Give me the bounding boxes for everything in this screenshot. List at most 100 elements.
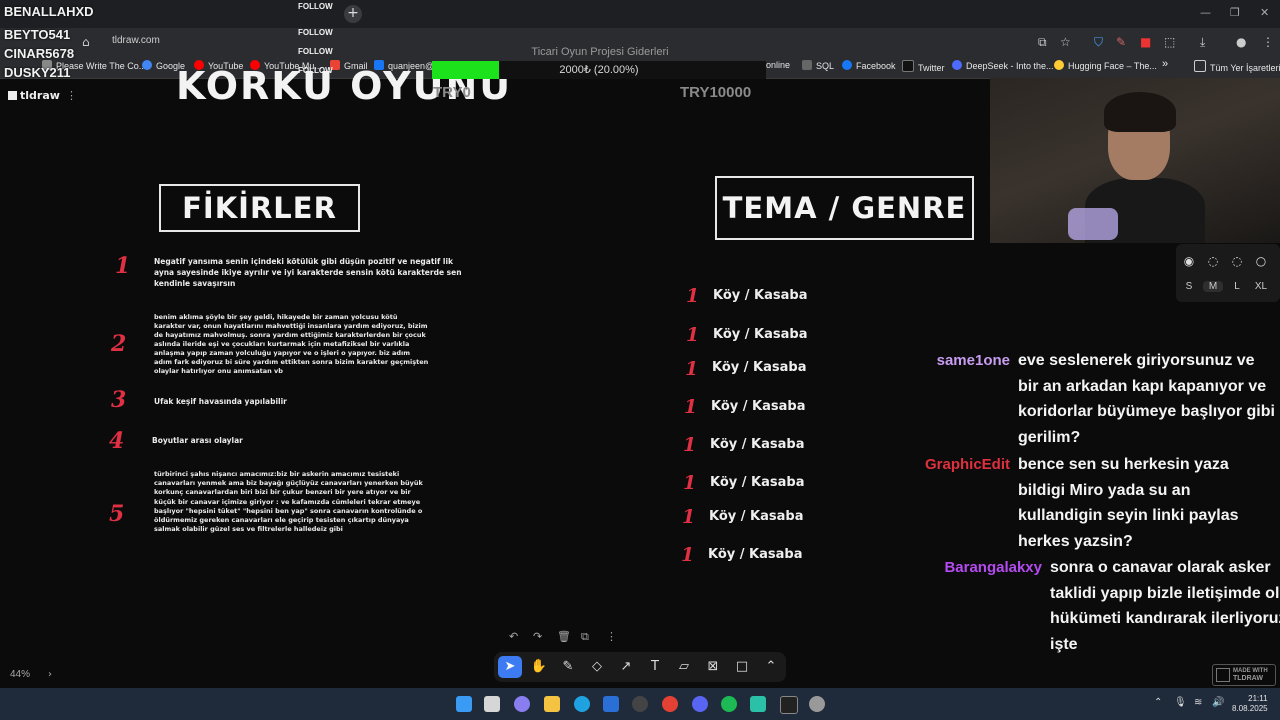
hand-tool-icon[interactable]: ✋ xyxy=(527,656,551,678)
viewer-name: CINAR5678 xyxy=(4,46,75,61)
file-explorer-icon[interactable] xyxy=(544,696,560,712)
discord-icon[interactable] xyxy=(692,696,708,712)
bookmark-item[interactable]: online xyxy=(766,60,790,70)
more-tools-chevron-icon[interactable]: ⌃ xyxy=(759,656,783,678)
hugging-face-icon xyxy=(1054,60,1064,70)
genre-title-box[interactable]: TEMA / GENRE xyxy=(715,176,974,240)
spotify-icon[interactable] xyxy=(721,696,737,712)
size-xl-button[interactable]: XL xyxy=(1251,281,1271,292)
chrome-icon[interactable] xyxy=(662,696,678,712)
wifi-icon[interactable]: ≋ xyxy=(1194,697,1202,708)
steam-icon[interactable] xyxy=(780,696,798,714)
idea-text[interactable]: Ufak keşif havasında yapılabilir xyxy=(154,396,354,407)
minimize-button[interactable]: — xyxy=(1200,6,1211,19)
viewer-name: BENALLAHXD xyxy=(4,4,94,19)
bookmark-item[interactable]: Hugging Face – The... xyxy=(1054,60,1157,71)
bookmark-item[interactable]: Twitter xyxy=(902,60,945,73)
shield-extension-icon[interactable]: ⛉ xyxy=(1094,35,1103,50)
bookmark-star-icon[interactable]: ☆ xyxy=(1060,35,1071,49)
ideas-title-box[interactable]: FİKİRLER xyxy=(159,184,360,232)
chat-username: Barangalakxy xyxy=(944,559,1042,576)
dash-dotted-icon[interactable]: ◌ xyxy=(1230,254,1244,268)
download-icon[interactable]: ⤓ xyxy=(1200,35,1205,50)
edge-icon[interactable] xyxy=(574,696,590,712)
size-s-button[interactable]: S xyxy=(1179,281,1199,292)
genre-number: 1 xyxy=(686,285,700,307)
rgb-light xyxy=(1068,208,1118,240)
select-tool-icon[interactable]: ➤ xyxy=(498,656,522,678)
idea-text[interactable]: benim aklıma şöyle bir şey geldi, hikaye… xyxy=(154,313,429,376)
browser-menu-icon[interactable]: ⋮ xyxy=(1262,35,1274,49)
pen-extension-icon[interactable]: ✎ xyxy=(1116,35,1126,49)
volume-icon[interactable]: 🔊 xyxy=(1212,697,1224,708)
whatsapp-icon[interactable] xyxy=(750,696,766,712)
undo-icon[interactable]: ↶ xyxy=(509,630,518,643)
chat-line: eve seslenerek giriyorsunuz ve xyxy=(1018,352,1255,369)
genre-item[interactable]: Köy / Kasaba xyxy=(708,547,803,562)
idea-text[interactable]: Negatif yansıma senin içindeki kötülük g… xyxy=(154,256,474,289)
install-icon[interactable]: ⧉ xyxy=(1038,35,1047,50)
copilot-icon[interactable] xyxy=(514,696,530,712)
home-icon[interactable]: ⌂ xyxy=(82,35,90,49)
address-bar[interactable]: tldraw.com xyxy=(112,35,160,46)
eraser-tool-icon[interactable]: ◇ xyxy=(585,656,609,678)
draw-tool-icon[interactable]: ✎ xyxy=(556,656,580,678)
tray-chevron-icon[interactable]: ⌃ xyxy=(1154,697,1162,708)
redo-icon[interactable]: ↷ xyxy=(533,630,542,643)
genre-item[interactable]: Köy / Kasaba xyxy=(710,437,805,452)
made-with-line: TLDRAW xyxy=(1233,675,1263,682)
viewer-name: BEYTO541 xyxy=(4,27,71,42)
bookmark-item[interactable]: SQL xyxy=(802,60,834,71)
genre-item[interactable]: Köy / Kasaba xyxy=(713,288,808,303)
zoom-level[interactable]: 44% xyxy=(10,669,30,680)
genre-number: 1 xyxy=(681,544,695,566)
system-clock[interactable]: 21:11 8.08.2025 xyxy=(1232,694,1268,714)
task-view-icon[interactable] xyxy=(484,696,500,712)
settings-gear-icon[interactable] xyxy=(809,696,825,712)
duplicate-icon[interactable]: ⧉ xyxy=(581,630,589,644)
note-tool-icon[interactable]: ▱ xyxy=(672,656,696,678)
store-icon[interactable] xyxy=(603,696,619,712)
more-actions-icon[interactable]: ⋮ xyxy=(606,630,617,643)
made-with-tldraw-badge[interactable]: MADE WITH TLDRAW xyxy=(1212,664,1276,686)
image-tool-icon[interactable]: ⊠ xyxy=(701,656,725,678)
chat-line: taklidi yapıp bizle iletişimde ol xyxy=(1050,584,1280,602)
text-tool-icon[interactable]: T xyxy=(643,656,667,678)
dash-solid-icon[interactable]: ○ xyxy=(1254,254,1268,268)
bookmark-label: Tüm Yer İşaretleri xyxy=(1210,63,1280,73)
microphone-icon[interactable]: 🎙 xyxy=(1174,697,1187,708)
main-menu-icon[interactable]: ⋮ xyxy=(66,89,77,102)
rectangle-tool-icon[interactable]: □ xyxy=(730,656,754,678)
genre-item[interactable]: Köy / Kasaba xyxy=(713,327,808,342)
bookmark-item[interactable]: DeepSeek - Into the... xyxy=(952,60,1054,71)
size-l-button[interactable]: L xyxy=(1227,281,1247,292)
fill-solid-icon[interactable]: ◉ xyxy=(1182,254,1196,268)
bookmark-item[interactable]: Facebook xyxy=(842,60,896,71)
genre-item[interactable]: Köy / Kasaba xyxy=(711,399,806,414)
goal-progress-text: 2000₺ (20.00%) xyxy=(559,64,639,76)
idea-text[interactable]: Boyutlar arası olaylar xyxy=(152,435,352,446)
more-bookmarks-button[interactable]: » xyxy=(1162,58,1168,70)
idea-text[interactable]: türbirinci şahıs nişancı amacımız:biz bi… xyxy=(154,470,429,534)
profile-avatar[interactable]: ● xyxy=(1236,35,1246,49)
minimap-toggle-icon[interactable]: › xyxy=(48,669,52,680)
delete-icon[interactable]: 🗑 xyxy=(557,630,571,643)
bookmark-label: DeepSeek - Into the... xyxy=(966,61,1054,71)
tldraw-logo[interactable]: tldraw xyxy=(8,89,60,102)
maximize-button[interactable]: ❐ xyxy=(1230,6,1240,19)
all-bookmarks-folder[interactable]: Tüm Yer İşaretleri xyxy=(1194,60,1280,73)
dash-draw-icon[interactable]: ◌ xyxy=(1206,254,1220,268)
genre-item[interactable]: Köy / Kasaba xyxy=(712,360,807,375)
new-tab-button[interactable]: + xyxy=(344,5,362,23)
x-icon xyxy=(902,60,914,72)
arrow-tool-icon[interactable]: ↗ xyxy=(614,656,638,678)
genre-item[interactable]: Köy / Kasaba xyxy=(710,475,805,490)
size-m-button[interactable]: M xyxy=(1203,281,1223,292)
start-icon[interactable] xyxy=(456,696,472,712)
red-extension-icon[interactable]: ■ xyxy=(1140,35,1151,49)
extensions-icon[interactable]: ⬚ xyxy=(1164,35,1175,49)
obs-icon[interactable] xyxy=(632,696,648,712)
genre-item[interactable]: Köy / Kasaba xyxy=(709,509,804,524)
sql-icon xyxy=(802,60,812,70)
close-window-button[interactable]: ✕ xyxy=(1260,6,1269,19)
